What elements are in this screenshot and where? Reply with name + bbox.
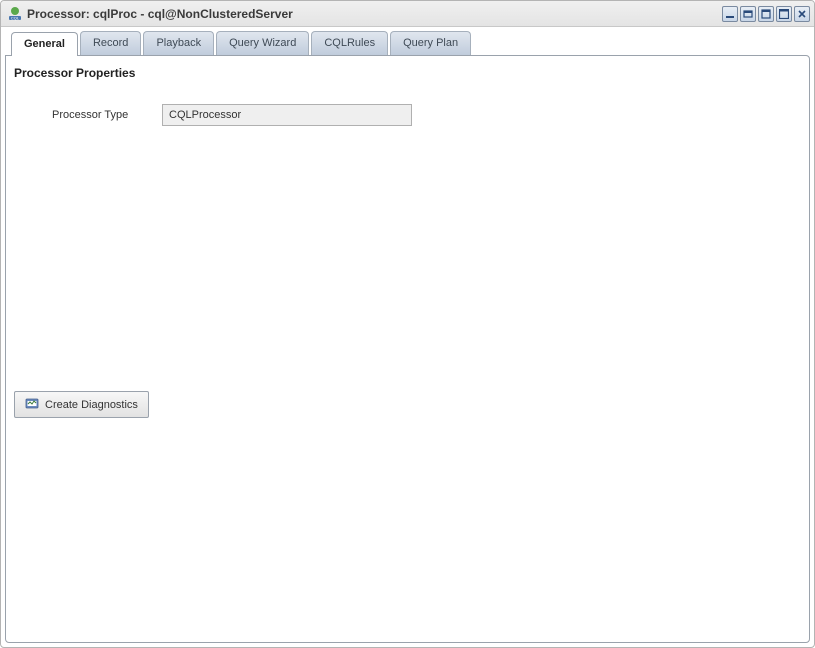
- create-diagnostics-button[interactable]: Create Diagnostics: [14, 391, 149, 418]
- tab-record[interactable]: Record: [80, 31, 141, 55]
- maximize-button[interactable]: [776, 6, 792, 22]
- tab-panel-general: Processor Properties Processor Type Crea…: [5, 55, 810, 643]
- content-area: General Record Playback Query Wizard CQL…: [1, 27, 814, 647]
- tab-cql-rules[interactable]: CQLRules: [311, 31, 388, 55]
- minimize-button[interactable]: [722, 6, 738, 22]
- section-title: Processor Properties: [14, 66, 801, 80]
- window-title: Processor: cqlProc - cql@NonClusteredSer…: [27, 7, 722, 21]
- tabs: General Record Playback Query Wizard CQL…: [5, 31, 810, 55]
- create-diagnostics-label: Create Diagnostics: [45, 399, 138, 411]
- restore-button[interactable]: [740, 6, 756, 22]
- spacer: [14, 146, 801, 391]
- diagnostics-icon: [25, 396, 39, 413]
- collapse-button[interactable]: [758, 6, 774, 22]
- processor-type-label: Processor Type: [52, 109, 162, 121]
- window-controls: [722, 6, 810, 22]
- tab-playback[interactable]: Playback: [143, 31, 214, 55]
- titlebar: CQL Processor: cqlProc - cql@NonClustere…: [1, 1, 814, 27]
- tab-general[interactable]: General: [11, 32, 78, 56]
- close-button[interactable]: [794, 6, 810, 22]
- tab-query-wizard[interactable]: Query Wizard: [216, 31, 309, 55]
- svg-text:CQL: CQL: [11, 15, 20, 20]
- processor-type-field: [162, 104, 412, 126]
- processor-window: CQL Processor: cqlProc - cql@NonClustere…: [0, 0, 815, 648]
- processor-type-row: Processor Type: [52, 104, 801, 126]
- tab-query-plan[interactable]: Query Plan: [390, 31, 471, 55]
- cql-icon: CQL: [7, 6, 23, 22]
